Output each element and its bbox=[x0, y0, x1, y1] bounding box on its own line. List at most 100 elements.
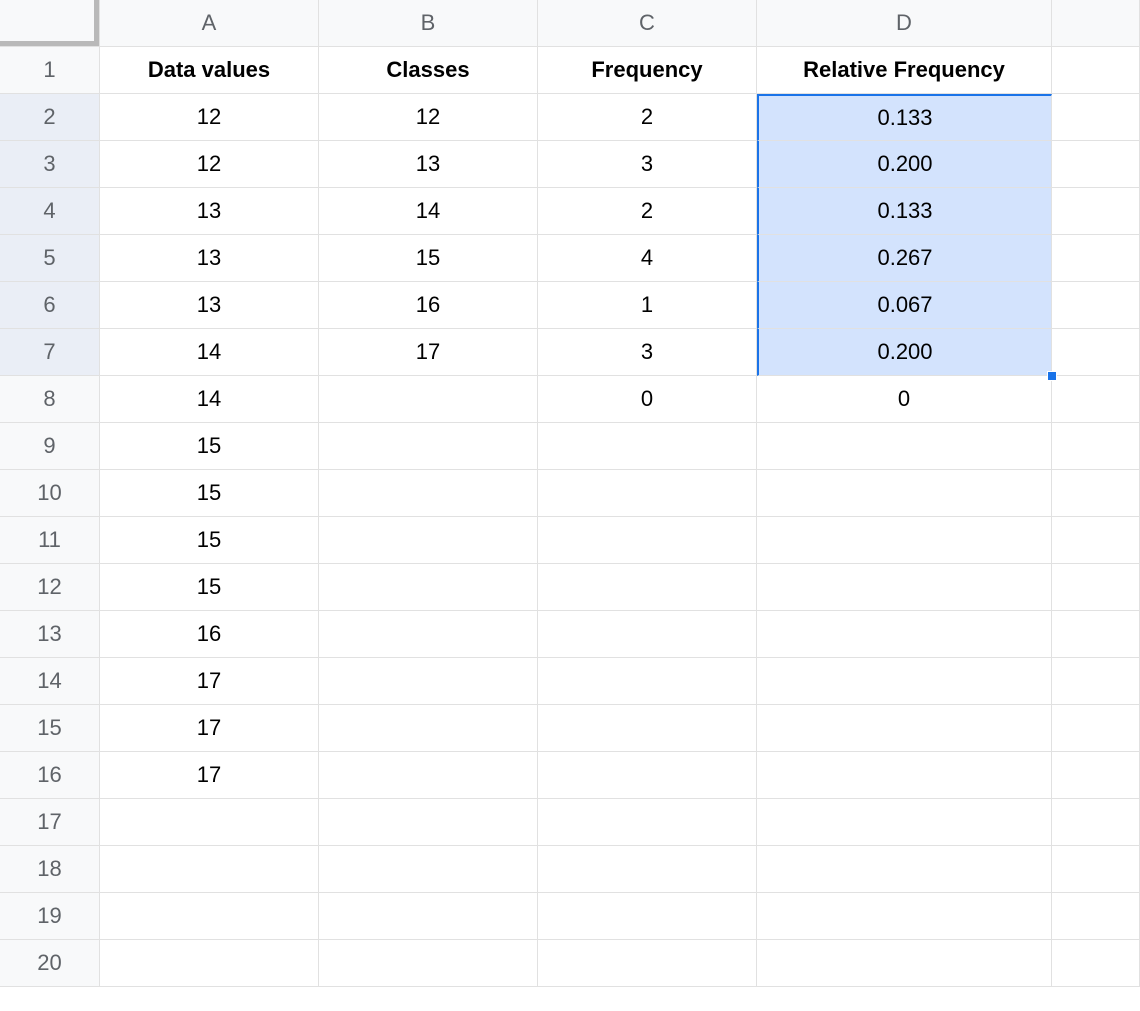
cell-A18[interactable] bbox=[100, 846, 319, 893]
cell-trail-5[interactable] bbox=[1052, 235, 1140, 282]
row-header-8[interactable]: 8 bbox=[0, 376, 100, 423]
cell-C1[interactable]: Frequency bbox=[538, 47, 757, 94]
cell-D7[interactable]: 0.200 bbox=[757, 329, 1052, 376]
cell-A14[interactable]: 17 bbox=[100, 658, 319, 705]
cell-trail-4[interactable] bbox=[1052, 188, 1140, 235]
cell-B5[interactable]: 15 bbox=[319, 235, 538, 282]
cell-A11[interactable]: 15 bbox=[100, 517, 319, 564]
cell-B15[interactable] bbox=[319, 705, 538, 752]
cell-B11[interactable] bbox=[319, 517, 538, 564]
cell-C3[interactable]: 3 bbox=[538, 141, 757, 188]
col-header-D[interactable]: D bbox=[757, 0, 1052, 47]
cell-A16[interactable]: 17 bbox=[100, 752, 319, 799]
cell-A9[interactable]: 15 bbox=[100, 423, 319, 470]
cell-D11[interactable] bbox=[757, 517, 1052, 564]
cell-B13[interactable] bbox=[319, 611, 538, 658]
col-header-C[interactable]: C bbox=[538, 0, 757, 47]
cell-D4[interactable]: 0.133 bbox=[757, 188, 1052, 235]
row-header-7[interactable]: 7 bbox=[0, 329, 100, 376]
cell-B9[interactable] bbox=[319, 423, 538, 470]
row-header-2[interactable]: 2 bbox=[0, 94, 100, 141]
cell-C17[interactable] bbox=[538, 799, 757, 846]
fill-handle[interactable] bbox=[1047, 371, 1057, 381]
cell-C9[interactable] bbox=[538, 423, 757, 470]
row-header-6[interactable]: 6 bbox=[0, 282, 100, 329]
row-header-1[interactable]: 1 bbox=[0, 47, 100, 94]
cell-C7[interactable]: 3 bbox=[538, 329, 757, 376]
cell-D10[interactable] bbox=[757, 470, 1052, 517]
cell-C2[interactable]: 2 bbox=[538, 94, 757, 141]
cell-C10[interactable] bbox=[538, 470, 757, 517]
cell-D14[interactable] bbox=[757, 658, 1052, 705]
cell-trail-16[interactable] bbox=[1052, 752, 1140, 799]
cell-B14[interactable] bbox=[319, 658, 538, 705]
row-header-19[interactable]: 19 bbox=[0, 893, 100, 940]
col-header-B[interactable]: B bbox=[319, 0, 538, 47]
row-header-16[interactable]: 16 bbox=[0, 752, 100, 799]
cell-trail-10[interactable] bbox=[1052, 470, 1140, 517]
col-header-A[interactable]: A bbox=[100, 0, 319, 47]
cell-D17[interactable] bbox=[757, 799, 1052, 846]
cell-trail-6[interactable] bbox=[1052, 282, 1140, 329]
cell-D15[interactable] bbox=[757, 705, 1052, 752]
cell-C16[interactable] bbox=[538, 752, 757, 799]
cell-trail-18[interactable] bbox=[1052, 846, 1140, 893]
row-header-18[interactable]: 18 bbox=[0, 846, 100, 893]
cell-B19[interactable] bbox=[319, 893, 538, 940]
cell-trail-7[interactable] bbox=[1052, 329, 1140, 376]
cell-D9[interactable] bbox=[757, 423, 1052, 470]
cell-B20[interactable] bbox=[319, 940, 538, 987]
cell-A2[interactable]: 12 bbox=[100, 94, 319, 141]
cell-trail-12[interactable] bbox=[1052, 564, 1140, 611]
row-header-11[interactable]: 11 bbox=[0, 517, 100, 564]
cell-D16[interactable] bbox=[757, 752, 1052, 799]
cell-trail-1[interactable] bbox=[1052, 47, 1140, 94]
cell-A5[interactable]: 13 bbox=[100, 235, 319, 282]
cell-C8[interactable]: 0 bbox=[538, 376, 757, 423]
cell-B7[interactable]: 17 bbox=[319, 329, 538, 376]
row-header-12[interactable]: 12 bbox=[0, 564, 100, 611]
cell-trail-3[interactable] bbox=[1052, 141, 1140, 188]
cell-D1[interactable]: Relative Frequency bbox=[757, 47, 1052, 94]
cell-C11[interactable] bbox=[538, 517, 757, 564]
cell-A4[interactable]: 13 bbox=[100, 188, 319, 235]
cell-C5[interactable]: 4 bbox=[538, 235, 757, 282]
cell-A7[interactable]: 14 bbox=[100, 329, 319, 376]
cell-D13[interactable] bbox=[757, 611, 1052, 658]
cell-B4[interactable]: 14 bbox=[319, 188, 538, 235]
row-header-14[interactable]: 14 bbox=[0, 658, 100, 705]
spreadsheet-grid[interactable]: A B C D 1 Data values Classes Frequency … bbox=[0, 0, 1140, 987]
row-header-10[interactable]: 10 bbox=[0, 470, 100, 517]
cell-B10[interactable] bbox=[319, 470, 538, 517]
cell-trail-17[interactable] bbox=[1052, 799, 1140, 846]
cell-trail-11[interactable] bbox=[1052, 517, 1140, 564]
cell-D6[interactable]: 0.067 bbox=[757, 282, 1052, 329]
cell-A8[interactable]: 14 bbox=[100, 376, 319, 423]
cell-D2[interactable]: 0.133 bbox=[757, 94, 1052, 141]
select-all-corner[interactable] bbox=[0, 0, 100, 47]
cell-B12[interactable] bbox=[319, 564, 538, 611]
cell-trail-9[interactable] bbox=[1052, 423, 1140, 470]
row-header-5[interactable]: 5 bbox=[0, 235, 100, 282]
cell-A15[interactable]: 17 bbox=[100, 705, 319, 752]
cell-D20[interactable] bbox=[757, 940, 1052, 987]
cell-trail-13[interactable] bbox=[1052, 611, 1140, 658]
cell-trail-20[interactable] bbox=[1052, 940, 1140, 987]
cell-C6[interactable]: 1 bbox=[538, 282, 757, 329]
cell-C14[interactable] bbox=[538, 658, 757, 705]
cell-D12[interactable] bbox=[757, 564, 1052, 611]
cell-A20[interactable] bbox=[100, 940, 319, 987]
cell-trail-19[interactable] bbox=[1052, 893, 1140, 940]
cell-A10[interactable]: 15 bbox=[100, 470, 319, 517]
cell-trail-8[interactable] bbox=[1052, 376, 1140, 423]
cell-C12[interactable] bbox=[538, 564, 757, 611]
cell-D3[interactable]: 0.200 bbox=[757, 141, 1052, 188]
cell-D8[interactable]: 0 bbox=[757, 376, 1052, 423]
row-header-3[interactable]: 3 bbox=[0, 141, 100, 188]
cell-C18[interactable] bbox=[538, 846, 757, 893]
cell-A13[interactable]: 16 bbox=[100, 611, 319, 658]
cell-B16[interactable] bbox=[319, 752, 538, 799]
cell-A17[interactable] bbox=[100, 799, 319, 846]
cell-B6[interactable]: 16 bbox=[319, 282, 538, 329]
row-header-20[interactable]: 20 bbox=[0, 940, 100, 987]
